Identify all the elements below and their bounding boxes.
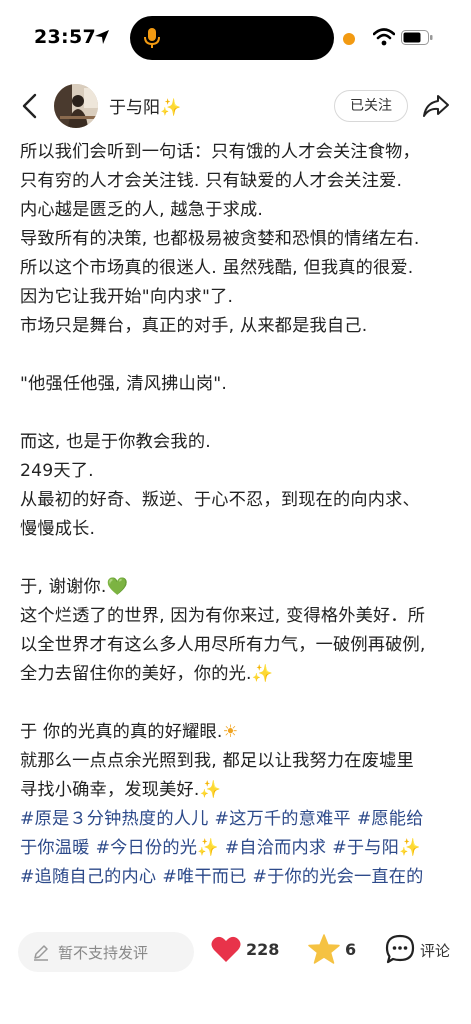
post-line: 全力去留住你的美好，你的光.✨ xyxy=(20,664,274,684)
hashtag-link[interactable]: #今日份的光✨ xyxy=(96,838,219,858)
microphone-icon xyxy=(144,28,160,48)
hashtag-list: #原是３分钟热度的人儿 #这万千的意难平 #愿能给 于你温暖 #今日份的光✨ #自洽而内… xyxy=(20,805,458,892)
post-line: 就那么一点点余光照到我, 都足以让我努力在废墟里 xyxy=(20,751,414,771)
back-icon[interactable] xyxy=(18,92,42,120)
sparkles-icon: ✨ xyxy=(251,664,274,684)
post-line: 寻找小确幸，发现美好.✨ xyxy=(20,780,222,800)
bottom-action-bar: 暂不支持发评 228 6 评论 xyxy=(0,920,471,1024)
follow-button[interactable]: 已关注 xyxy=(334,90,408,122)
wifi-icon xyxy=(373,28,395,46)
post-line: 而这, 也是于你教会我的. xyxy=(20,432,211,452)
sparkles-icon: ✨ xyxy=(160,98,182,118)
hashtag-link[interactable]: #原是３分钟热度的人儿 xyxy=(20,809,208,829)
hashtag-link[interactable]: #这万千的意难平 xyxy=(214,809,350,829)
hashtag-link[interactable]: #愿能给 xyxy=(357,809,424,829)
hashtag-link[interactable]: #于与阳✨ xyxy=(332,838,420,858)
hashtag-link[interactable]: #唯干而已 xyxy=(162,867,246,887)
post-line: 因为它让我开始"向内求"了. xyxy=(20,287,234,307)
post-quote: "他强任他强, 清风拂山岗". xyxy=(20,374,228,394)
star-icon[interactable] xyxy=(308,934,340,964)
favorite-count: 6 xyxy=(345,940,357,959)
post-line: 以全世界才有这么多人用尽所有力气，一破例再破例, xyxy=(20,635,426,655)
post-line: 249天了. xyxy=(20,461,94,481)
avatar[interactable] xyxy=(54,84,98,128)
post-line: 从最初的好奇、叛逆、于心不忍，到现在的向内求、 xyxy=(20,490,420,510)
post-content: 所以我们会听到一句话：只有饿的人才会关注食物， 只有穷的人才会关注钱. 只有缺爱… xyxy=(20,138,458,928)
post-header: 于与阳✨ 已关注 xyxy=(0,80,471,132)
post-line: 所以这个市场真的很迷人. 虽然残酷, 但我真的很爱. xyxy=(20,258,414,278)
post-line: 市场只是舞台，真正的对手, 从来都是我自己. xyxy=(20,316,368,336)
post-line: 导致所有的决策, 也都极易被贪婪和恐惧的情绪左右. xyxy=(20,229,420,249)
status-time: 23:57 xyxy=(34,26,96,48)
pen-icon xyxy=(34,945,48,961)
hashtag-link[interactable]: #于你的光会一直在的 xyxy=(252,867,423,887)
location-arrow-icon xyxy=(95,30,109,44)
battery-icon xyxy=(401,30,433,45)
post-line: 只有穷的人才会关注钱. 只有缺爱的人才会关注爱. xyxy=(20,171,403,191)
like-count: 228 xyxy=(246,940,280,959)
green-heart-icon: 💚 xyxy=(106,577,129,597)
post-line: 这个烂透了的世界, 因为有你来过, 变得格外美好．所 xyxy=(20,606,426,626)
comment-bubble-icon[interactable] xyxy=(385,934,415,964)
post-line: 于 你的光真的真的好耀眼.☀ xyxy=(20,722,239,742)
share-icon[interactable] xyxy=(422,93,450,119)
comment-placeholder: 暂不支持发评 xyxy=(58,944,149,962)
post-line: 于, 谢谢你.💚 xyxy=(20,577,129,597)
post-line: 所以我们会听到一句话：只有饿的人才会关注食物， xyxy=(20,142,420,162)
sparkles-icon: ✨ xyxy=(199,780,222,800)
author-name[interactable]: 于与阳✨ xyxy=(109,93,181,118)
avatar-image xyxy=(54,84,98,128)
camera-indicator-icon xyxy=(343,33,355,45)
heart-icon[interactable] xyxy=(211,935,241,963)
hashtag-link[interactable]: #自洽而内求 xyxy=(225,838,327,858)
post-line: 慢慢成长. xyxy=(20,519,96,539)
hashtag-link[interactable]: 于你温暖 xyxy=(20,838,90,858)
hashtag-link[interactable]: #追随自己的内心 xyxy=(20,867,156,887)
sun-icon: ☀ xyxy=(222,722,239,742)
dynamic-island xyxy=(130,16,334,60)
comment-input[interactable]: 暂不支持发评 xyxy=(18,932,194,972)
comment-label[interactable]: 评论 xyxy=(420,940,450,961)
post-line: 内心越是匮乏的人, 越急于求成. xyxy=(20,200,264,220)
status-bar: 23:57 xyxy=(0,0,471,78)
